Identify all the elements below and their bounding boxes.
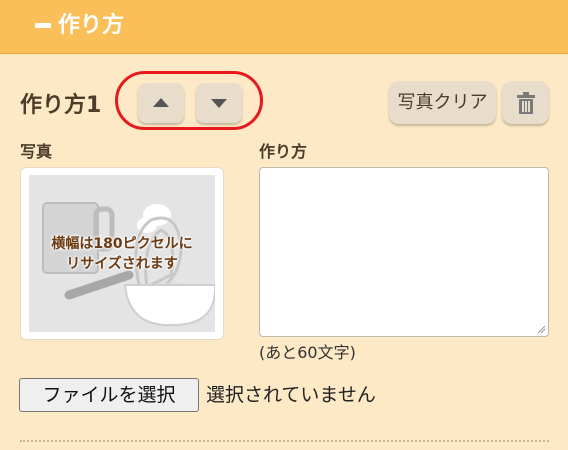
photo-clear-button[interactable]: 写真クリア	[389, 81, 496, 124]
section-divider	[20, 440, 549, 442]
section-title: 作り方	[58, 13, 125, 38]
step-title: 作り方1	[20, 93, 102, 118]
photo-placeholder: 横幅は180ピクセルに リサイズされます	[29, 175, 215, 332]
highlight-circle	[115, 71, 263, 130]
photo-placeholder-text-1: 横幅は180ピクセルに	[51, 236, 193, 252]
section-header[interactable]: 作り方	[0, 0, 568, 54]
photo-placeholder-text-2: リサイズされます	[66, 256, 178, 272]
minus-icon	[35, 23, 51, 28]
cooking-illustration	[42, 202, 215, 327]
choose-file-button[interactable]: ファイルを選択	[19, 378, 199, 412]
instructions-textarea[interactable]	[259, 167, 549, 337]
instructions-label: 作り方	[259, 142, 308, 161]
file-status-text: 選択されていません	[206, 384, 376, 406]
photo-label: 写真	[20, 142, 53, 161]
photo-upload-area[interactable]: 横幅は180ピクセルに リサイズされます	[20, 167, 224, 340]
delete-button[interactable]	[502, 81, 549, 124]
character-counter: (あと60文字)	[259, 343, 356, 362]
resize-grip-icon[interactable]	[536, 324, 546, 334]
trash-icon	[517, 92, 535, 114]
